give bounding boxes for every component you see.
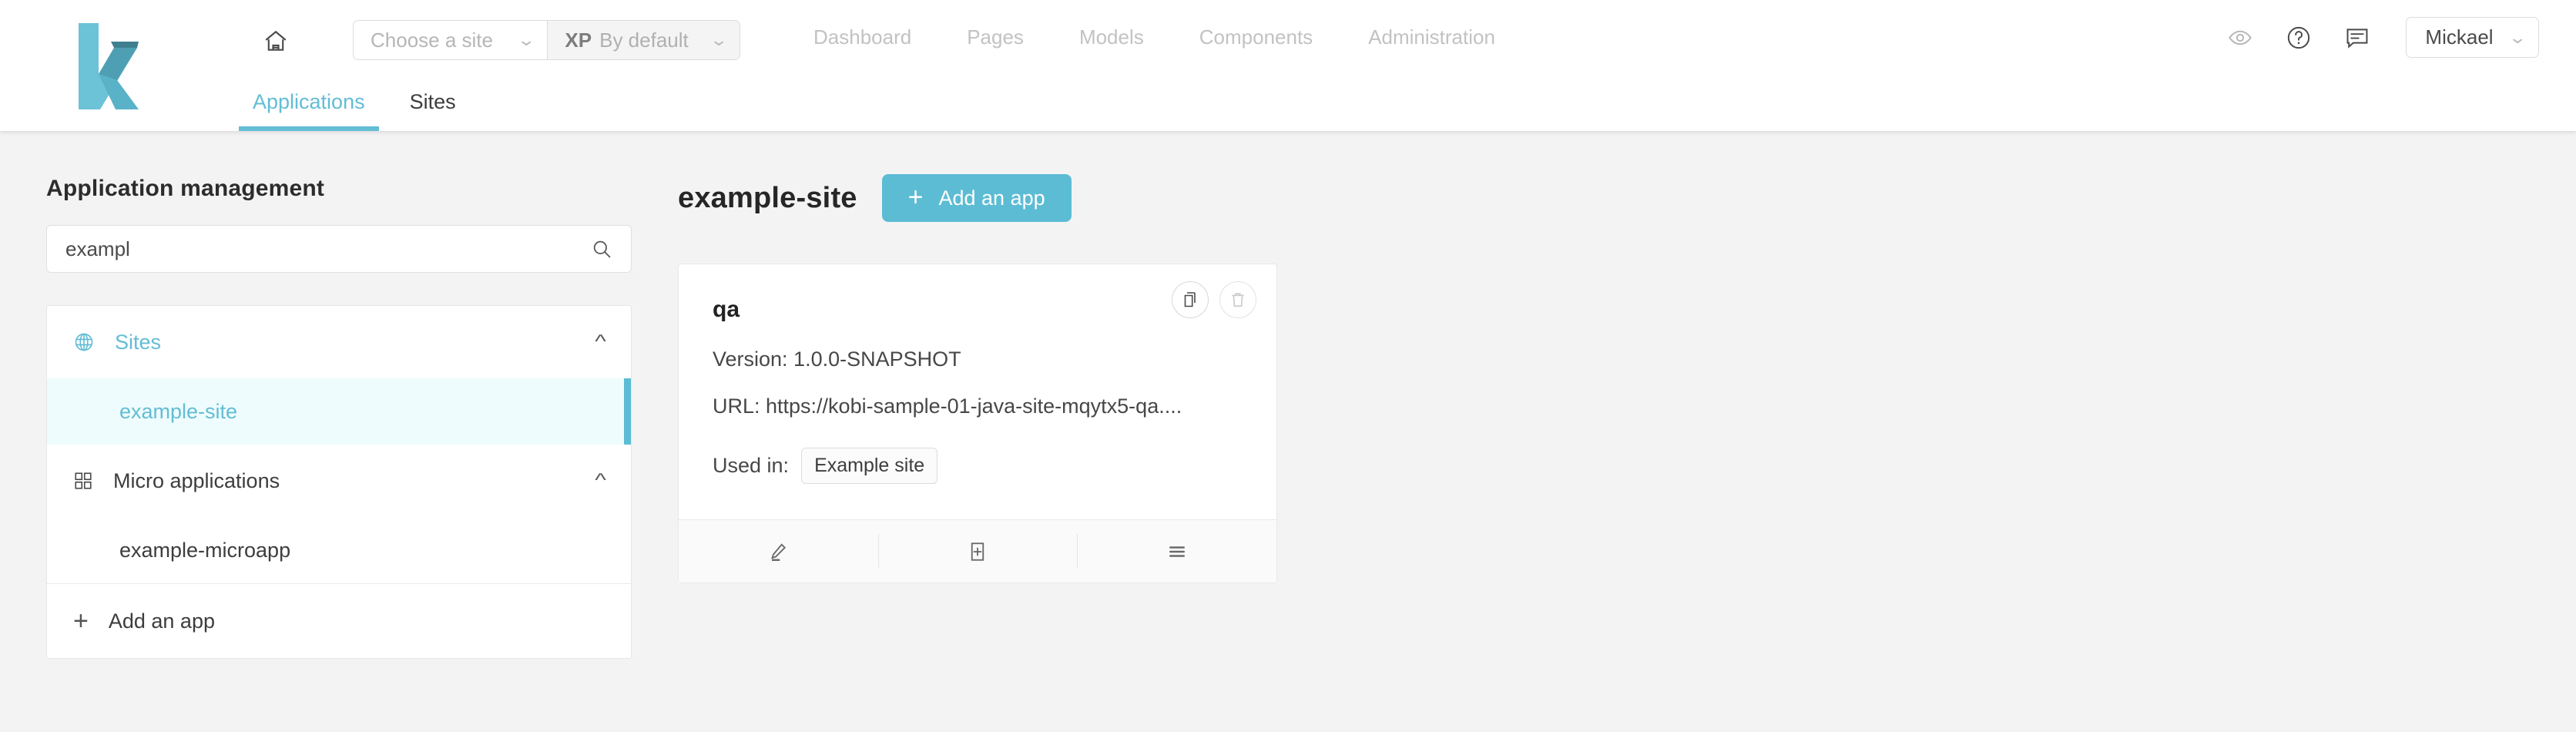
- comment-icon[interactable]: [2341, 22, 2373, 54]
- edit-icon[interactable]: [679, 520, 878, 583]
- chevron-down-icon: ⌄: [516, 30, 536, 49]
- nav-item-models[interactable]: Models: [1052, 25, 1172, 49]
- sidebar-item-example-site[interactable]: example-site: [47, 378, 631, 445]
- card-title: qa: [713, 297, 740, 322]
- user-menu[interactable]: Mickael ⌄: [2406, 17, 2539, 58]
- nav-item-components[interactable]: Components: [1172, 25, 1340, 49]
- sidebar-group-sites[interactable]: Sites ^: [47, 306, 631, 378]
- nav-item-pages[interactable]: Pages: [939, 25, 1052, 49]
- app-card: qa Version: 1.0.0-SNAPSHOT URL: https://…: [678, 264, 1277, 583]
- card-actions: [1172, 281, 1256, 318]
- xp-select[interactable]: XP By default ⌄: [547, 21, 740, 59]
- content-title: example-site: [678, 181, 857, 214]
- card-url: URL: https://kobi-sample-01-java-site-mq…: [713, 395, 1182, 418]
- plus-icon: +: [73, 606, 89, 636]
- eye-icon[interactable]: [2224, 22, 2256, 54]
- home-icon[interactable]: [254, 22, 297, 62]
- page-body: Application management Site: [0, 131, 2576, 732]
- sidebar-add-app-button[interactable]: + Add an app: [47, 584, 631, 658]
- add-page-icon[interactable]: [877, 520, 1078, 583]
- search-input[interactable]: [65, 237, 591, 261]
- delete-icon[interactable]: [1219, 281, 1256, 318]
- sidebar-group-label: Micro applications: [113, 468, 280, 492]
- duplicate-icon[interactable]: [1172, 281, 1209, 318]
- card-version: Version: 1.0.0-SNAPSHOT: [713, 348, 961, 371]
- nav-item-dashboard[interactable]: Dashboard: [786, 25, 939, 49]
- sidebar-group-label: Sites: [115, 330, 162, 354]
- search-icon[interactable]: [591, 238, 612, 260]
- content-header: example-site + Add an app: [678, 174, 2576, 222]
- sidebar-item-label: example-site: [119, 399, 238, 423]
- tab-sites[interactable]: Sites: [396, 90, 470, 131]
- tab-applications[interactable]: Applications: [239, 90, 379, 131]
- grid-icon: [73, 471, 93, 491]
- help-icon[interactable]: [2283, 22, 2315, 54]
- chevron-up-icon[interactable]: ^: [595, 331, 606, 353]
- search-box[interactable]: [46, 225, 632, 273]
- xp-badge: XP: [565, 28, 592, 52]
- chevron-down-icon: ⌄: [2507, 27, 2527, 47]
- nav-item-administration[interactable]: Administration: [1340, 25, 1523, 49]
- card-footer: [679, 519, 1276, 583]
- plus-icon: +: [907, 182, 924, 212]
- sidebar-group-micro-applications[interactable]: Micro applications ^: [47, 445, 631, 517]
- sidebar: Application management Site: [0, 131, 678, 659]
- sidebar-add-app-label: Add an app: [108, 609, 215, 633]
- globe-icon: [73, 331, 95, 353]
- used-in-tag[interactable]: Example site: [801, 448, 938, 484]
- card-used-in: Used in: Example site: [713, 448, 1243, 484]
- section-tabs: Applications Sites: [239, 90, 487, 131]
- top-header: Choose a site ⌄ XP By default ⌄ Dashboar…: [0, 0, 2576, 131]
- application-list: Sites ^ example-site Micro applications …: [46, 305, 632, 659]
- page-title: Application management: [46, 176, 325, 201]
- add-app-button[interactable]: + Add an app: [881, 174, 1072, 222]
- sidebar-item-label: example-microapp: [119, 538, 291, 562]
- main-content: example-site + Add an app qa Version: 1.…: [678, 131, 2576, 583]
- sidebar-item-example-microapp[interactable]: example-microapp: [47, 517, 631, 583]
- used-in-label: Used in:: [713, 454, 790, 477]
- choose-site-select[interactable]: Choose a site ⌄: [354, 21, 547, 59]
- header-actions: Mickael ⌄: [2224, 17, 2539, 58]
- user-name: Mickael: [2425, 25, 2494, 49]
- main-navigation: Dashboard Pages Models Components Admini…: [786, 0, 1523, 74]
- xp-value: By default: [599, 28, 689, 52]
- choose-site-value: Choose a site: [371, 28, 493, 52]
- chevron-up-icon[interactable]: ^: [595, 470, 606, 492]
- kobi-logo[interactable]: [71, 17, 140, 116]
- site-selectors: Choose a site ⌄ XP By default ⌄: [353, 20, 741, 60]
- menu-icon[interactable]: [1077, 520, 1276, 583]
- chevron-down-icon: ⌄: [709, 30, 729, 49]
- add-app-button-label: Add an app: [938, 186, 1045, 210]
